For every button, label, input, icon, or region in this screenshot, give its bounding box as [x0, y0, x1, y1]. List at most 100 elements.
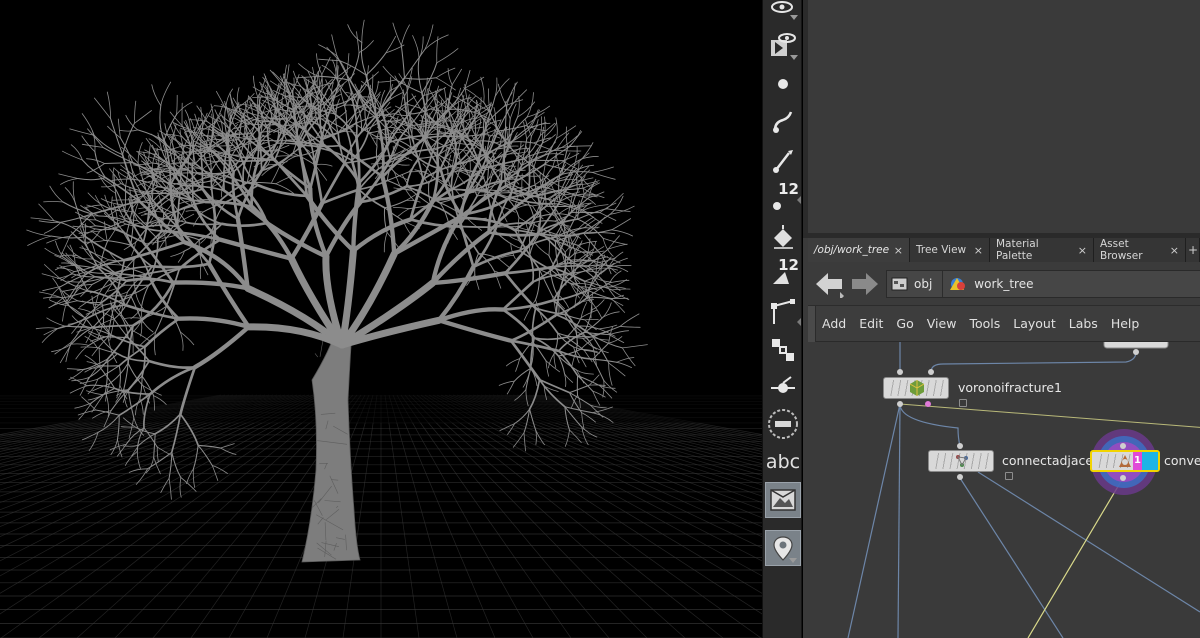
text-tool-icon[interactable]: abc [765, 444, 801, 480]
tree-branch [145, 138, 157, 155]
lock-icon[interactable] [959, 399, 967, 407]
tree-branch [320, 161, 347, 205]
tree-branch [176, 101, 193, 115]
tree-branch [581, 142, 594, 160]
tree-branch [72, 181, 77, 207]
breadcrumb: obj work_tree [886, 270, 1200, 298]
output-connector[interactable] [1133, 349, 1139, 355]
tree-branch [498, 380, 515, 386]
tree-branch [198, 180, 216, 183]
tab-asset-browser[interactable]: Asset Browser × [1094, 238, 1186, 262]
breadcrumb-label: work_tree [974, 277, 1034, 291]
template-flag[interactable]: 1 [1133, 452, 1142, 470]
tree-branch [383, 232, 388, 253]
menu-help[interactable]: Help [1111, 316, 1140, 331]
tree-branch [104, 162, 134, 165]
close-icon[interactable]: × [1078, 244, 1087, 257]
tab-material-palette[interactable]: Material Palette × [990, 238, 1094, 262]
output-connector[interactable] [1120, 475, 1126, 481]
tab-tree-view[interactable]: Tree View × [910, 238, 990, 262]
tree-branch [84, 240, 106, 243]
tree-branch [423, 135, 462, 139]
menu-view[interactable]: View [927, 316, 957, 331]
node-partial[interactable] [1103, 342, 1169, 349]
sphere-icon[interactable] [765, 406, 801, 442]
tree-branch [544, 122, 557, 138]
grid-line [404, 394, 610, 638]
close-icon[interactable]: × [974, 244, 983, 257]
tree-branch [530, 122, 551, 129]
prim-number-label: 12 [778, 256, 799, 274]
dropdown-arrow-icon[interactable] [790, 15, 798, 20]
node-connectadjacent[interactable] [928, 450, 994, 472]
output-connector[interactable] [897, 401, 903, 407]
output-connector[interactable] [957, 474, 963, 480]
tree-branch [72, 225, 96, 228]
point-icon[interactable] [765, 66, 801, 102]
breadcrumb-work-tree[interactable]: work_tree [949, 271, 1043, 297]
pivot-icon[interactable] [765, 370, 801, 406]
node-voronoifracture1[interactable] [883, 377, 949, 399]
breadcrumb-obj[interactable]: obj [887, 271, 942, 297]
lock-icon[interactable] [1005, 472, 1013, 480]
node-convex[interactable]: 1 [1090, 450, 1160, 472]
tree-branch [571, 350, 577, 369]
close-icon[interactable]: × [1170, 244, 1179, 257]
curve-icon[interactable] [765, 104, 801, 140]
menu-edit[interactable]: Edit [859, 316, 883, 331]
tree-branch [344, 105, 348, 131]
forward-arrow-icon[interactable] [848, 270, 880, 298]
menu-layout[interactable]: Layout [1013, 316, 1056, 331]
wire [899, 403, 1200, 428]
add-tab-button[interactable]: + [1186, 238, 1200, 262]
tree-branch [393, 207, 410, 210]
input-connector[interactable] [1120, 443, 1126, 449]
tab-network-path[interactable]: /obj/work_tree × [808, 238, 910, 262]
grid-line [512, 394, 762, 450]
prim-number-icon[interactable]: 12 [765, 256, 801, 292]
tree-branch [498, 258, 510, 268]
input-connector[interactable] [897, 369, 903, 375]
back-arrow-icon[interactable] [814, 270, 846, 300]
tree-branch [592, 358, 605, 381]
tree-branch [121, 122, 135, 156]
input-connector[interactable] [928, 369, 934, 375]
paint-bucket-icon[interactable] [765, 218, 801, 254]
menu-go[interactable]: Go [896, 316, 913, 331]
network-editor[interactable]: voronoifracture1 connectadjace 1 conve [808, 342, 1200, 638]
tree-branch [598, 328, 616, 337]
tree-branch [134, 100, 137, 124]
viewport-canvas[interactable] [0, 0, 762, 638]
background-image-icon[interactable] [765, 482, 801, 518]
tree-branch [380, 90, 386, 106]
visibility-icon[interactable] [765, 0, 801, 22]
output-connector[interactable] [925, 401, 931, 407]
dropdown-arrow-icon[interactable] [790, 55, 798, 60]
tree-branch [27, 235, 52, 246]
tree-branch [46, 317, 65, 327]
collapse-arrow-icon[interactable] [797, 196, 801, 204]
input-connector[interactable] [957, 443, 963, 449]
scene-viewport[interactable] [0, 0, 762, 638]
collapse-arrow-icon[interactable] [797, 318, 801, 326]
close-icon[interactable]: × [894, 244, 903, 257]
location-pin-icon[interactable] [765, 530, 801, 566]
tree-branch [176, 94, 178, 115]
display-flag[interactable] [1142, 452, 1158, 470]
menu-add[interactable]: Add [822, 316, 846, 331]
tree-branch [527, 162, 531, 199]
point-number-icon[interactable]: 12 [765, 180, 801, 216]
menu-labs[interactable]: Labs [1069, 316, 1098, 331]
tree-branch [171, 280, 250, 291]
grid-line [428, 394, 762, 594]
network-menu-bar: Add Edit Go View Tools Layout Labs Help [808, 306, 1200, 342]
polyline-icon[interactable] [765, 294, 801, 330]
grid-line [408, 394, 648, 638]
display-options-icon[interactable] [765, 26, 801, 62]
transform-handle-icon[interactable] [765, 332, 801, 368]
menu-grip-handle[interactable] [808, 306, 816, 342]
dropdown-arrow-icon[interactable] [789, 558, 797, 563]
brush-icon[interactable] [765, 142, 801, 178]
menu-tools[interactable]: Tools [969, 316, 1000, 331]
tree-branch [577, 245, 593, 256]
